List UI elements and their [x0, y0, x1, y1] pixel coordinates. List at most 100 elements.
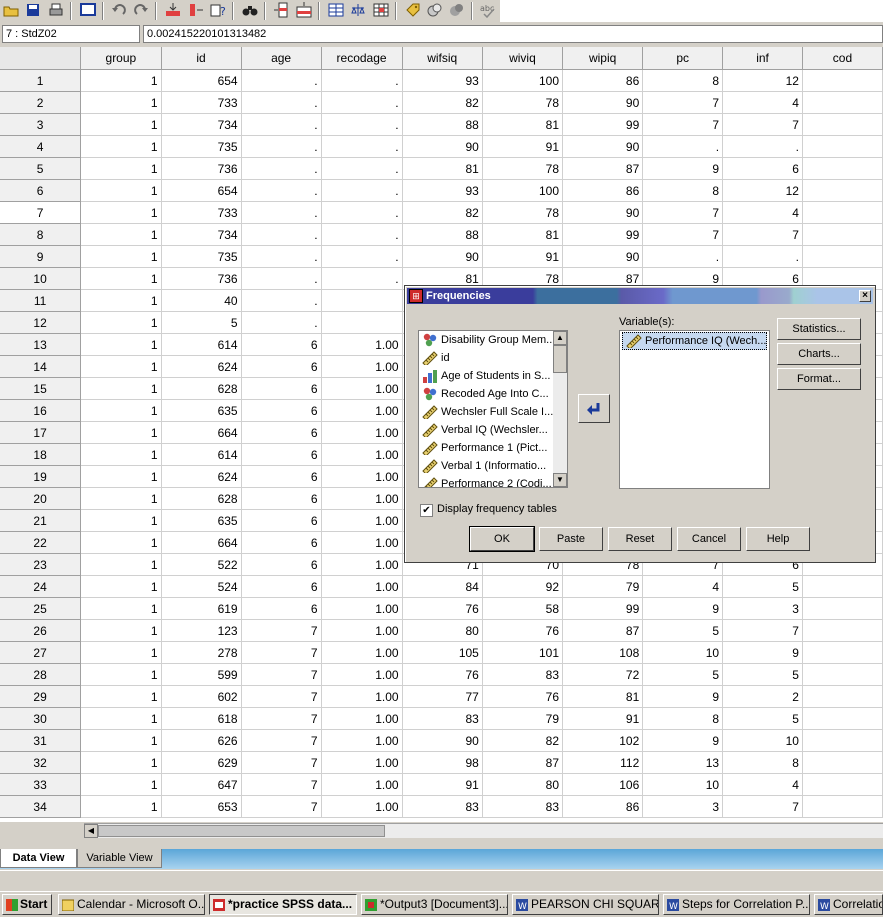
data-cell-id[interactable]: 524: [161, 575, 242, 598]
data-cell-age[interactable]: 6: [241, 553, 322, 576]
data-cell-inf[interactable]: 4: [722, 91, 803, 114]
data-cell-recodage[interactable]: 1.00: [321, 399, 403, 422]
data-cell-group[interactable]: 1: [80, 113, 162, 136]
data-cell-id[interactable]: 733: [161, 91, 242, 114]
data-cell-wifsiq[interactable]: 82: [402, 91, 483, 114]
insert-case-icon[interactable]: [296, 2, 312, 18]
data-cell-group[interactable]: 1: [80, 553, 162, 576]
data-cell-recodage[interactable]: 1.00: [321, 795, 403, 818]
data-cell-group[interactable]: 1: [80, 487, 162, 510]
taskbar-item-spss-output[interactable]: *Output3 [Document3]...: [361, 894, 508, 915]
data-cell-recodage[interactable]: 1.00: [321, 553, 403, 576]
data-cell-wifsiq[interactable]: 82: [402, 201, 483, 224]
row-header[interactable]: 17: [0, 421, 82, 444]
row-header[interactable]: 2: [0, 91, 82, 114]
data-cell-wifsiq[interactable]: 91: [402, 773, 483, 796]
data-cell-age[interactable]: 7: [241, 729, 322, 752]
spell-check-icon[interactable]: abc: [480, 2, 496, 19]
data-cell-wipiq[interactable]: 90: [562, 245, 644, 268]
statistics-button[interactable]: Statistics...: [777, 318, 861, 340]
data-cell-group[interactable]: 1: [80, 729, 162, 752]
open-folder-icon[interactable]: [3, 2, 19, 18]
save-icon[interactable]: [25, 2, 41, 18]
horizontal-scrollbar[interactable]: ◀: [84, 823, 883, 838]
data-cell-group[interactable]: 1: [80, 663, 162, 686]
data-cell-inf[interactable]: 12: [722, 179, 803, 202]
data-cell-id[interactable]: 635: [161, 399, 242, 422]
data-cell-inf[interactable]: 4: [722, 773, 803, 796]
selected-variable-item[interactable]: Performance IQ (Wech...: [622, 332, 767, 350]
data-cell-age[interactable]: .: [241, 289, 322, 312]
data-cell-wipiq[interactable]: 90: [562, 91, 644, 114]
data-cell-id[interactable]: 628: [161, 487, 242, 510]
data-cell-cod[interactable]: [802, 729, 883, 752]
column-header-cod[interactable]: cod: [802, 47, 883, 70]
start-button[interactable]: Start: [2, 894, 52, 915]
data-cell-inf[interactable]: 3: [722, 597, 803, 620]
data-cell-wifsiq[interactable]: 90: [402, 245, 483, 268]
data-cell-age[interactable]: 7: [241, 773, 322, 796]
data-cell-group[interactable]: 1: [80, 91, 162, 114]
column-header-id[interactable]: id: [161, 47, 242, 70]
data-cell-pc[interactable]: 3: [642, 795, 724, 818]
data-cell-pc[interactable]: 10: [642, 641, 724, 664]
source-variable-list[interactable]: Disability Group Mem... id Age of Students…: [418, 330, 568, 488]
data-cell-inf[interactable]: 7: [722, 619, 803, 642]
column-header-wifsiq[interactable]: wifsiq: [402, 47, 483, 70]
data-cell-wifsiq[interactable]: 81: [402, 157, 483, 180]
data-cell-age[interactable]: 7: [241, 619, 322, 642]
data-cell-recodage[interactable]: .: [321, 223, 403, 246]
column-header-age[interactable]: age: [241, 47, 322, 70]
row-header[interactable]: 12: [0, 311, 82, 334]
data-cell-pc[interactable]: 9: [642, 157, 724, 180]
data-cell-recodage[interactable]: 1.00: [321, 729, 403, 752]
row-header[interactable]: 27: [0, 641, 82, 664]
row-header[interactable]: 26: [0, 619, 82, 642]
redo-icon[interactable]: [133, 2, 149, 18]
data-cell-cod[interactable]: [802, 597, 883, 620]
data-cell-group[interactable]: 1: [80, 509, 162, 532]
data-cell-id[interactable]: 619: [161, 597, 242, 620]
data-cell-age[interactable]: .: [241, 267, 322, 290]
data-cell-inf[interactable]: 10: [722, 729, 803, 752]
data-cell-id[interactable]: 626: [161, 729, 242, 752]
data-cell-wiviq[interactable]: 78: [482, 91, 564, 114]
data-cell-age[interactable]: 6: [241, 575, 322, 598]
data-cell-wiviq[interactable]: 81: [482, 113, 564, 136]
data-cell-wiviq[interactable]: 78: [482, 201, 564, 224]
data-cell-pc[interactable]: 8: [642, 69, 724, 92]
taskbar-item-steps-correlation[interactable]: W Steps for Correlation P...: [663, 894, 810, 915]
data-cell-id[interactable]: 278: [161, 641, 242, 664]
data-cell-pc[interactable]: 8: [642, 707, 724, 730]
data-cell-wiviq[interactable]: 78: [482, 157, 564, 180]
row-header[interactable]: 20: [0, 487, 82, 510]
cell-value-editor[interactable]: 0.00241522010131348​2: [143, 25, 883, 43]
data-cell-inf[interactable]: 7: [722, 795, 803, 818]
column-header-wiviq[interactable]: wiviq: [482, 47, 564, 70]
data-cell-wipiq[interactable]: 112: [562, 751, 644, 774]
data-cell-id[interactable]: 734: [161, 113, 242, 136]
data-cell-recodage[interactable]: 1.00: [321, 355, 403, 378]
data-cell-id[interactable]: 635: [161, 509, 242, 532]
data-cell-age[interactable]: 6: [241, 443, 322, 466]
data-cell-id[interactable]: 624: [161, 355, 242, 378]
data-cell-inf[interactable]: .: [722, 245, 803, 268]
data-cell-cod[interactable]: [802, 91, 883, 114]
data-cell-age[interactable]: .: [241, 201, 322, 224]
data-cell-group[interactable]: 1: [80, 575, 162, 598]
data-cell-id[interactable]: 735: [161, 245, 242, 268]
taskbar-item-pearson-chi-square[interactable]: W PEARSON CHI SQUARE...: [512, 894, 659, 915]
data-cell-group[interactable]: 1: [80, 179, 162, 202]
data-cell-wipiq[interactable]: 90: [562, 135, 644, 158]
data-cell-id[interactable]: 614: [161, 443, 242, 466]
row-header[interactable]: 15: [0, 377, 82, 400]
scroll-left-arrow-icon[interactable]: ◀: [84, 824, 98, 838]
data-cell-age[interactable]: 6: [241, 487, 322, 510]
source-variable-item[interactable]: Wechsler Full Scale I...: [419, 403, 553, 421]
data-cell-pc[interactable]: 7: [642, 113, 724, 136]
data-cell-pc[interactable]: .: [642, 245, 724, 268]
data-cell-age[interactable]: 7: [241, 795, 322, 818]
data-cell-group[interactable]: 1: [80, 157, 162, 180]
data-cell-age[interactable]: 6: [241, 377, 322, 400]
data-cell-id[interactable]: 522: [161, 553, 242, 576]
